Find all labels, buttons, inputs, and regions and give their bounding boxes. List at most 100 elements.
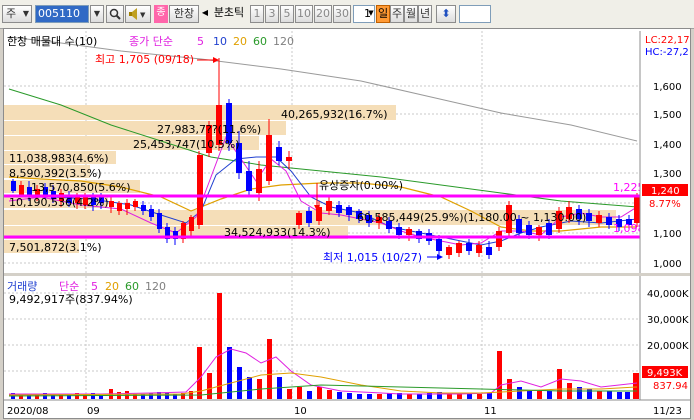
volume-bar [237, 367, 242, 399]
current-volume-pct: 837.94 [653, 381, 688, 392]
volume-bar [537, 391, 542, 399]
interval-button-3[interactable]: 3 [265, 5, 279, 23]
price-tick: 1,300 [653, 169, 682, 180]
volume-bar [367, 394, 372, 399]
volume-bar [527, 391, 532, 399]
interval-button-20[interactable]: 20 [314, 5, 332, 23]
volume-axis: 40,000K 30,000K 20,000K 9,493K 837.94 [639, 276, 690, 400]
stock-code-value: 005110 [38, 7, 80, 20]
volume-bar [547, 391, 552, 399]
price-legend-name: 한창 매물대 수(10) [7, 35, 97, 48]
vp-label-4: 8,590,392(3.5%) [9, 167, 102, 180]
vp-label-0: 40,265,932(16.7%) [281, 108, 388, 121]
volume-legend-name: 거래량 [7, 280, 37, 293]
price-tick: 1,600 [653, 82, 682, 93]
vp-label-5: 13,570,850(5.6%) [31, 181, 131, 194]
volume-bar [227, 347, 232, 399]
vp-label-1: 27,983,7??(11.6%) [157, 123, 261, 136]
x-tick: 11 [484, 406, 497, 417]
volume-bar [507, 379, 512, 399]
vp-label-8: 34,524,933(14.3%) [224, 226, 331, 239]
price-axis: LC:22,17 HC:-27,2 1,600 1,500 1,400 1,30… [639, 31, 690, 273]
volume-bar [417, 394, 422, 399]
period-swap-icon[interactable]: ⬍ [436, 5, 456, 23]
volume-bar [247, 377, 252, 399]
vp-label-6: 10,190,536(4.2%) [9, 196, 109, 209]
candle [11, 179, 16, 193]
volume-bar [517, 387, 522, 399]
volume-bar [487, 393, 492, 399]
volume-bar [597, 391, 602, 399]
price-tick: 1,400 [653, 140, 682, 151]
legend-ma10: 10 [213, 35, 227, 48]
interval-button-1[interactable]: 1 [250, 5, 264, 23]
search-icon[interactable] [106, 5, 124, 23]
period-arrow-icon[interactable]: ◀ [201, 5, 209, 23]
period-month-button[interactable]: 월 [404, 5, 418, 23]
lc-label: LC:22,17 [645, 35, 690, 46]
volume-bar [617, 392, 622, 399]
legend-ma5: 5 [197, 35, 204, 48]
svg-text:▼: ▼ [140, 11, 146, 19]
legend-ma20: 20 [233, 35, 247, 48]
volume-panel: 거래량 단순 5 20 60 120 9,492,917주(837.94%) [4, 276, 640, 400]
price-tick: 1,500 [653, 110, 682, 121]
volume-tick: 30,000K [647, 315, 689, 326]
vol-legend-ma120: 120 [145, 280, 166, 293]
speaker-icon[interactable]: ▼ [125, 5, 151, 23]
stock-code-input[interactable]: 005110 [35, 5, 89, 23]
volume-bar [457, 394, 462, 399]
blank-input[interactable] [459, 5, 491, 23]
stock-code-dropdown[interactable]: ▼ [90, 5, 104, 23]
period-year-button[interactable]: 년 [418, 5, 432, 23]
x-tick: 09 [87, 406, 100, 417]
x-tick: 10 [294, 406, 307, 417]
volume-bar [407, 394, 412, 399]
hc-label: HC:-27,2 [645, 47, 689, 58]
rights-issue-label: 유상증자(0.00%) [319, 179, 403, 192]
market-type-select[interactable]: 주 ▼ [2, 5, 32, 23]
high-price-label: 최고 1,705 (09/18) [95, 53, 194, 66]
vp-label-7: 60,585,449(25.9%)(1,180.00 ~ 1,130.00) [357, 211, 586, 224]
volume-bar [557, 369, 562, 399]
current-price-value: 1,240 [651, 186, 680, 197]
price-tick: 1,100 [653, 229, 682, 240]
low-price-label: 최저 1,015 (10/27) [323, 251, 422, 264]
volume-value: 9,492,917주(837.94%) [9, 293, 133, 306]
legend-ma60: 60 [253, 35, 267, 48]
volume-bar [477, 394, 482, 399]
stock-name-button[interactable]: 한창 [169, 5, 199, 23]
volume-bar [633, 373, 639, 399]
volume-bar [347, 393, 352, 399]
volume-bar [287, 389, 292, 399]
interval-button-5[interactable]: 5 [280, 5, 294, 23]
period-day-button[interactable]: 일 [376, 5, 390, 23]
period-week-button[interactable]: 주 [390, 5, 404, 23]
legend-ma120: 120 [273, 35, 294, 48]
vol-legend-ma20: 20 [105, 280, 119, 293]
volume-bar [307, 391, 312, 399]
volume-bar [625, 392, 630, 399]
volume-tick: 40,000K [647, 289, 689, 300]
volume-bar [141, 394, 145, 399]
x-axis: 2020/08 09 10 11 11/23 [4, 399, 690, 418]
interval-button-30[interactable]: 30 [333, 5, 351, 23]
price-tick: 1,000 [653, 259, 682, 270]
volume-bar [207, 373, 212, 399]
stock-type-icon: 종 [154, 5, 168, 23]
volume-tick: 20,000K [647, 341, 689, 352]
interval-dropdown-icon[interactable]: ▼ [367, 5, 375, 23]
vp-label-9: 7,501,872(3.1%) [9, 241, 102, 254]
interval-button-10[interactable]: 10 [295, 5, 313, 23]
volume-bar [327, 390, 332, 399]
chart-area: 40,265,932(16.7%) 27,983,7??(11.6%) 25,4… [3, 28, 691, 419]
volume-bar [267, 339, 272, 399]
volume-bar [357, 394, 362, 399]
volume-bar [377, 394, 382, 399]
change-pct: 8.77% [649, 199, 681, 210]
price-panel: 40,265,932(16.7%) 27,983,7??(11.6%) 25,4… [4, 31, 645, 273]
period-label[interactable]: 분초틱 [209, 5, 249, 23]
volume-bar [297, 387, 302, 399]
vp-label-2: 25,453,747(10.5%) [133, 138, 240, 151]
volume-bar [337, 392, 342, 399]
